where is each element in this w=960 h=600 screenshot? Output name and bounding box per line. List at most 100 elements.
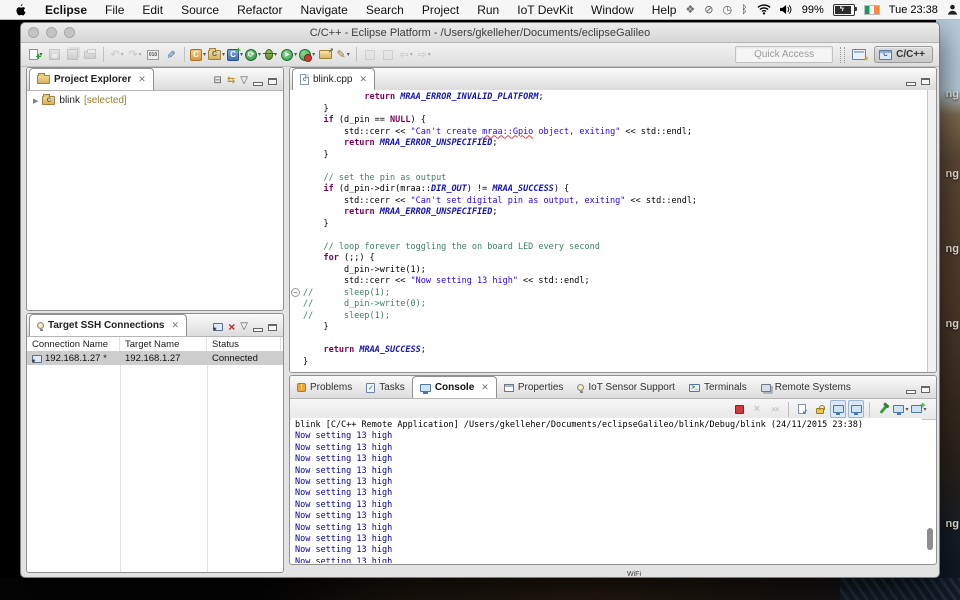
dropdown-arrow-icon[interactable]: ▾ <box>410 51 413 58</box>
fold-marker-icon[interactable]: − <box>291 288 300 297</box>
debug-icon[interactable]: ▾ <box>263 46 279 64</box>
console-scrollbar-thumb[interactable] <box>927 528 933 550</box>
show-stderr-change-icon[interactable] <box>848 400 864 418</box>
bluetooth-icon[interactable]: ᛒ <box>741 4 748 16</box>
collapse-all-icon[interactable]: ⊟ <box>214 76 222 86</box>
console-output[interactable]: blink [C/C++ Remote Application] /Users/… <box>291 418 922 563</box>
input-language-flag-icon[interactable] <box>864 5 880 15</box>
tab-project-explorer[interactable]: Project Explorer ✕ <box>29 68 154 90</box>
tab-tasks[interactable]: Tasks <box>359 377 412 398</box>
tab-remote-systems[interactable]: Remote Systems <box>754 377 858 398</box>
delete-connection-icon[interactable]: × <box>228 322 235 332</box>
tab-properties[interactable]: Properties <box>497 377 571 398</box>
close-tab-icon[interactable]: ✕ <box>172 320 180 331</box>
open-console-icon[interactable]: ▾ <box>911 400 927 418</box>
new-wizard-icon[interactable]: ▾ <box>28 46 44 64</box>
menu-run[interactable]: Run <box>468 0 508 20</box>
profile-icon[interactable]: ▾ <box>299 46 315 64</box>
window-title-bar[interactable]: C/C++ - Eclipse Platform - /Users/gkelle… <box>21 23 939 43</box>
new-c-project-icon[interactable]: ▾ <box>208 46 225 64</box>
overview-ruler[interactable] <box>927 90 936 372</box>
scroll-lock-icon[interactable] <box>812 400 828 418</box>
ssh-column-target-name[interactable]: Target Name <box>120 337 207 351</box>
dropdown-arrow-icon[interactable]: ▾ <box>312 51 315 58</box>
new-cpp-class-icon[interactable]: ▾ <box>190 46 206 64</box>
menu-iot-devkit[interactable]: IoT DevKit <box>508 0 582 20</box>
open-perspective-icon[interactable] <box>852 49 866 60</box>
new-connection-icon[interactable] <box>213 323 223 331</box>
close-tab-icon[interactable]: ✕ <box>138 74 146 85</box>
perspective-cpp-button[interactable]: C C/C++ <box>874 46 933 63</box>
quick-access-input[interactable]: Quick Access <box>735 46 833 63</box>
menu-search[interactable]: Search <box>357 0 413 20</box>
battery-icon[interactable]: ϟ <box>833 4 855 16</box>
view-menu-icon[interactable]: ▽ <box>240 322 248 332</box>
menu-edit[interactable]: Edit <box>133 0 172 20</box>
wifi-icon[interactable] <box>757 4 771 15</box>
close-tab-icon[interactable]: ✕ <box>359 74 367 85</box>
minimize-view-icon[interactable] <box>253 82 263 86</box>
tab-problems[interactable]: Problems <box>290 377 359 398</box>
view-menu-icon[interactable]: ▽ <box>240 76 248 86</box>
menu-window[interactable]: Window <box>582 0 643 20</box>
menu-navigate[interactable]: Navigate <box>291 0 356 20</box>
ssh-table-row[interactable]: 192.168.1.27 *192.168.1.27Connected <box>27 352 283 365</box>
minimize-window-button[interactable] <box>46 27 57 38</box>
minimize-view-icon[interactable] <box>253 328 263 332</box>
dropdown-arrow-icon[interactable]: ▾ <box>222 51 225 58</box>
ssh-column-connection-name[interactable]: Connection Name <box>27 337 120 351</box>
menu-source[interactable]: Source <box>172 0 228 20</box>
do-not-disturb-icon[interactable]: ⊘ <box>704 3 713 16</box>
link-with-editor-icon[interactable]: ⇆ <box>227 76 235 86</box>
run-icon[interactable]: ▾ <box>281 46 297 64</box>
menu-project[interactable]: Project <box>413 0 468 20</box>
terminate-icon[interactable] <box>731 400 747 418</box>
dropdown-arrow-icon[interactable]: ▾ <box>347 51 350 58</box>
new-c-file-icon[interactable]: ▾ <box>227 46 243 64</box>
build-all-icon[interactable]: ▾ <box>245 46 261 64</box>
menu-help[interactable]: Help <box>643 0 686 20</box>
tab-iot-sensor-support[interactable]: IoT Sensor Support <box>570 377 682 398</box>
skip-all-breakpoints-icon[interactable] <box>163 46 179 64</box>
search-icon[interactable]: ▾ <box>335 46 351 64</box>
menu-refactor[interactable]: Refactor <box>228 0 291 20</box>
display-selected-console-icon[interactable]: ▾ <box>893 400 909 418</box>
dropdown-arrow-icon[interactable]: ▾ <box>121 51 124 58</box>
sync-status-icon[interactable]: ❖ <box>685 3 695 16</box>
menu-eclipse[interactable]: Eclipse <box>36 0 96 20</box>
project-tree-item-blink[interactable]: ▶ C blink [selected] <box>27 91 283 106</box>
expand-arrow-icon[interactable]: ▶ <box>33 97 38 105</box>
tab-terminals[interactable]: Terminals <box>682 377 754 398</box>
volume-icon[interactable] <box>780 4 793 15</box>
close-tab-icon[interactable]: ✕ <box>481 382 489 393</box>
zoom-window-button[interactable] <box>64 27 75 38</box>
tab-console[interactable]: Console✕ <box>412 376 497 398</box>
clear-console-icon[interactable] <box>794 400 810 418</box>
maximize-view-icon[interactable] <box>921 386 930 393</box>
fast-user-switch-icon[interactable] <box>947 4 958 15</box>
show-stdout-change-icon[interactable] <box>830 400 846 418</box>
time-machine-icon[interactable]: ◷ <box>723 3 733 16</box>
menu-bar-clock[interactable]: Tue 23:38 <box>889 4 938 16</box>
dropdown-arrow-icon[interactable]: ▾ <box>139 51 142 58</box>
dropdown-arrow-icon[interactable]: ▾ <box>203 51 206 58</box>
dropdown-arrow-icon[interactable]: ▾ <box>258 51 261 58</box>
close-window-button[interactable] <box>28 27 39 38</box>
minimize-view-icon[interactable] <box>906 82 916 86</box>
dropdown-arrow-icon[interactable]: ▾ <box>428 51 431 58</box>
ssh-column-status[interactable]: Status <box>207 337 281 351</box>
maximize-view-icon[interactable] <box>921 78 930 85</box>
dropdown-arrow-icon[interactable]: ▾ <box>905 406 908 413</box>
menu-file[interactable]: File <box>96 0 133 20</box>
code-editor[interactable]: − return MRAA_ERROR_INVALID_PLATFORM; } … <box>290 90 928 372</box>
apple-menu-icon[interactable] <box>14 3 26 17</box>
open-resource-icon[interactable] <box>317 46 333 64</box>
build-binary-icon[interactable] <box>145 46 161 64</box>
minimize-view-icon[interactable] <box>906 390 916 394</box>
maximize-view-icon[interactable] <box>268 78 277 85</box>
maximize-view-icon[interactable] <box>268 324 277 331</box>
tab-blink-cpp[interactable]: c blink.cpp ✕ <box>292 68 375 90</box>
tab-target-ssh-connections[interactable]: Target SSH Connections ✕ <box>29 314 187 336</box>
pin-console-icon[interactable] <box>875 400 891 418</box>
dropdown-arrow-icon[interactable]: ▾ <box>294 51 297 58</box>
